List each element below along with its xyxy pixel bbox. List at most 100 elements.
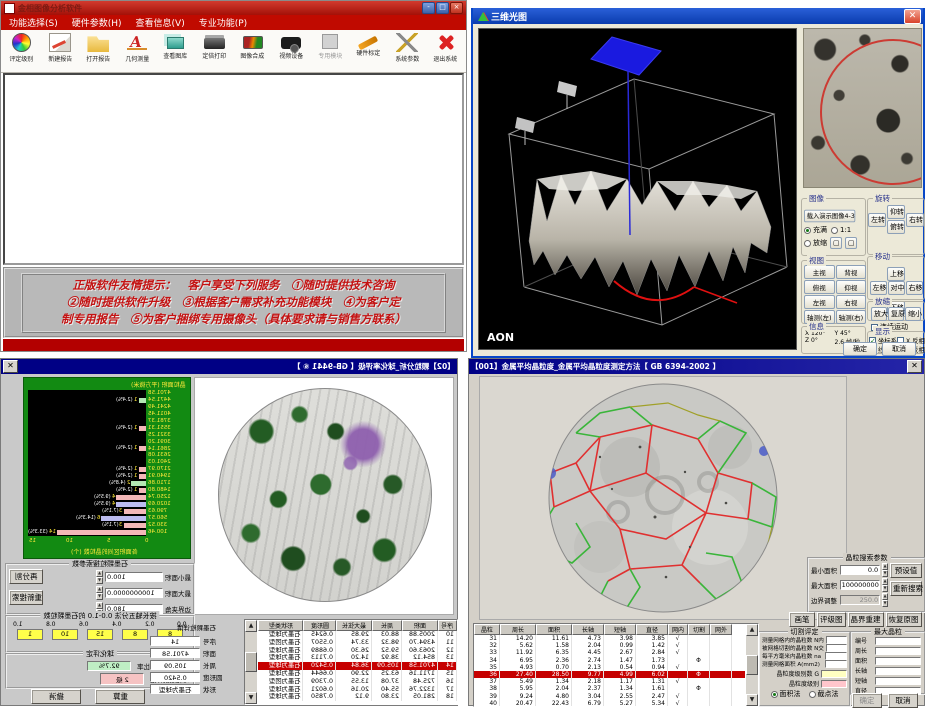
scale-down-button[interactable]: ▢ (830, 237, 842, 249)
view-button-3[interactable]: 仰视 (836, 280, 867, 294)
scroll-down-icon[interactable]: ▼ (746, 694, 758, 706)
spinner-icon[interactable]: ▲▼ (882, 593, 888, 607)
rotate-up-button[interactable]: 仰转 (887, 205, 905, 219)
particle-action-button-0[interactable]: 撤消 (31, 689, 81, 704)
table-row[interactable]: 171322.7655.4020.160.6021石墨为球型 (258, 686, 457, 694)
spin-down-icon[interactable]: ▼ (96, 577, 103, 584)
view-button-5[interactable]: 右视 (836, 295, 867, 309)
load-demo-image-button[interactable]: 载入演示图像4-3 (804, 210, 855, 223)
move-left-button[interactable]: 左移 (870, 281, 887, 295)
spin-up-icon[interactable]: ▲ (96, 586, 103, 593)
radio-放缩[interactable]: 放缩 (804, 237, 827, 249)
grain-search-button-0[interactable]: 预设值 (890, 563, 922, 578)
grain-table-scrollbar[interactable]: ▲ ▼ (746, 624, 758, 706)
menu-item-1[interactable]: 硬件参数(H) (72, 16, 122, 29)
grain-close-icon[interactable]: ✕ (907, 360, 922, 373)
field-input-0[interactable]: 0.0 (840, 565, 881, 575)
max-input-0[interactable] (875, 637, 921, 645)
toolbar-item-tools[interactable]: 系统参数 (391, 32, 424, 63)
table-row[interactable]: 13854.1238.9214.200.7113石墨为球型 (258, 654, 457, 662)
grain-search-button-1[interactable]: 重新搜索 (890, 581, 922, 596)
table-row[interactable]: 151711.1663.2522.900.6644石墨为球型 (258, 670, 457, 678)
move-up-button[interactable]: 上移 (887, 267, 905, 281)
table-row[interactable]: 102005.8888.0329.850.6245石墨为球型 (258, 631, 457, 639)
field-input-0[interactable]: 100.0 (105, 572, 163, 582)
view-button-0[interactable]: 主视 (804, 265, 835, 279)
table-row[interactable]: 346.952.362.741.471.73Φ (474, 657, 745, 664)
zoom-button-0[interactable]: 放大 (871, 307, 887, 321)
spin-up-icon[interactable]: ▲ (96, 602, 103, 609)
scroll-up-icon[interactable]: ▲ (245, 620, 257, 632)
spin-up-icon[interactable]: ▲ (882, 563, 888, 570)
max-input-4[interactable] (875, 677, 921, 685)
toolbar-item-measure[interactable]: 几何测量 (121, 32, 154, 63)
cut-input-3[interactable] (825, 660, 847, 668)
table-row[interactable]: 325.621.582.040.991.42√ (474, 642, 745, 649)
method-radio-0[interactable]: 面积法 (771, 689, 801, 699)
scroll-thumb[interactable] (746, 655, 758, 675)
toolbar-item-open-folder[interactable]: 打开报告 (82, 32, 115, 63)
table-row[interactable]: 3114.2011.614.733.983.85√ (474, 635, 745, 642)
restore-button[interactable]: □ (436, 2, 449, 14)
grain-titlebar[interactable]: 【001】金属平均晶粒度_金属平均晶粒度测定方法【 GB 6394-2002 】… (469, 359, 924, 374)
radio-充满[interactable]: 充满 (804, 225, 827, 235)
grain-micrograph-area[interactable] (479, 376, 847, 620)
particle-micrograph-area[interactable] (194, 377, 454, 615)
grain-table[interactable]: 晶粒周长面积长轴短轴直径网内切割网外3114.2011.614.733.983.… (473, 623, 759, 707)
toolbar-item-gallery[interactable]: 查看图库 (159, 32, 192, 60)
spin-up-icon[interactable]: ▲ (882, 578, 888, 585)
toolbar-item-video[interactable]: 视频设备 (275, 32, 308, 60)
toolbar-item-module[interactable]: 专用模块 (314, 32, 347, 60)
close-button[interactable]: × (450, 2, 463, 14)
spin-up-icon[interactable]: ▲ (882, 593, 888, 600)
move-center-button[interactable]: 对中 (888, 281, 905, 295)
particle-action-button-1[interactable]: 重算 (95, 689, 145, 704)
spinner-icon[interactable]: ▲▼ (96, 586, 103, 600)
titlebar[interactable]: 金相图像分析软件 - □ × (1, 1, 466, 15)
view-button-2[interactable]: 俯视 (804, 280, 835, 294)
spinner-icon[interactable]: ▲▼ (882, 578, 888, 592)
viewer3d-titlebar[interactable]: 三维光图 ✕ (473, 8, 923, 24)
zoom-button-1[interactable]: 复原 (888, 307, 904, 321)
spinner-icon[interactable]: ▲▼ (96, 570, 103, 584)
toolbar-item-calibrate[interactable]: 硬件标定 (352, 32, 385, 57)
move-right-button[interactable]: 右移 (906, 281, 923, 295)
cancel-button[interactable]: 取消 (882, 342, 916, 356)
max-input-3[interactable] (875, 667, 921, 675)
toolbar-item-compose[interactable]: 图像合成 (236, 32, 269, 60)
spin-up-icon[interactable]: ▲ (96, 570, 103, 577)
table-row[interactable]: 354.930.702.130.540.94√ (474, 664, 745, 671)
menu-item-2[interactable]: 查看信息(V) (136, 16, 185, 29)
table-row[interactable]: 18281.0523.809.120.7850石墨为球型 (258, 693, 457, 701)
search-button-0[interactable]: 再分割 (9, 569, 43, 584)
max-input-2[interactable] (875, 657, 921, 665)
ok-button[interactable]: 确定 (843, 342, 877, 356)
particle-table-scrollbar[interactable]: ▲ ▼ (245, 620, 257, 704)
table-row[interactable]: 385.952.042.371.341.61Φ (474, 685, 745, 692)
toolbar-item-printer[interactable]: 定倍打印 (198, 32, 231, 60)
search-button-1[interactable]: 重新搜索 (9, 590, 43, 605)
grain-tool-button-0[interactable]: 画笔 (789, 612, 815, 627)
field-input-1[interactable]: 1000000000.0 (105, 588, 163, 598)
spin-down-icon[interactable]: ▼ (96, 593, 103, 600)
method-radio-1[interactable]: 截点法 (809, 689, 839, 699)
grain-tool-button-3[interactable]: 恢复原图 (886, 612, 922, 627)
view-button-1[interactable]: 背视 (836, 265, 867, 279)
scroll-thumb[interactable] (245, 652, 257, 672)
viewport-3d[interactable]: AON (478, 28, 797, 350)
view-button-4[interactable]: 左视 (804, 295, 835, 309)
table-row[interactable]: 122063.6059.5226.300.6889石墨为球型 (258, 647, 457, 655)
table-row[interactable]: 16725.4837.0813.550.7309石墨为团型 (258, 678, 457, 686)
scroll-down-icon[interactable]: ▼ (245, 692, 257, 704)
field-input-1[interactable]: 1000000000.0 (840, 580, 881, 590)
spin-down-icon[interactable]: ▼ (882, 600, 888, 607)
cut-input-1[interactable] (826, 644, 847, 652)
rotate-down-button[interactable]: 俯转 (887, 220, 905, 234)
micrograph-preview[interactable] (803, 28, 922, 188)
cut-input-0[interactable] (826, 636, 847, 644)
spin-down-icon[interactable]: ▼ (882, 570, 888, 577)
minimize-button[interactable]: - (422, 2, 435, 14)
spin-down-icon[interactable]: ▼ (882, 585, 888, 592)
toolbar-item-color-wheel[interactable]: 评定级别 (5, 32, 38, 63)
particle-titlebar[interactable]: ✕ 【02】颗粒分析_球化率评级【 GB-9441 ⑥ 】 (1, 359, 457, 374)
